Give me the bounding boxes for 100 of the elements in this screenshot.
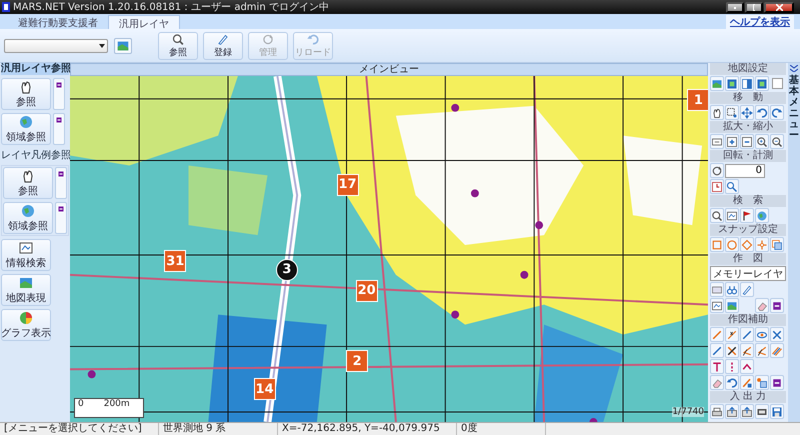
group-label: レイヤ凡例参照 <box>1 148 69 162</box>
toolbar-button[interactable]: 登録 <box>203 32 243 60</box>
panel-button[interactable]: 情報検索 <box>1 239 51 271</box>
selection-icon <box>726 106 738 118</box>
x-icon <box>726 344 738 356</box>
close-icon <box>776 4 782 10</box>
status-text: 世界測地 9 系 <box>159 423 278 435</box>
layers-icon <box>771 238 783 250</box>
xy-icon <box>726 328 738 340</box>
map-marker[interactable]: 31 <box>164 250 186 272</box>
tab[interactable]: 汎用レイヤ <box>108 15 180 29</box>
eraser-icon <box>756 300 768 312</box>
flag-icon <box>741 210 753 222</box>
angle-field[interactable]: 0 <box>725 164 765 178</box>
side-tab[interactable]: 基本メニュー <box>789 75 799 141</box>
panel-header: 汎用レイヤ参照 <box>1 63 69 75</box>
double-chevron-icon[interactable] <box>790 65 798 72</box>
crosshair-icon <box>756 238 768 250</box>
toolbar-button[interactable]: 参照 <box>158 32 198 60</box>
zoom-out-icon <box>771 136 783 148</box>
move-icon <box>741 106 753 118</box>
status-text: [メニューを選択してください] <box>0 423 159 435</box>
parallel-lines-icon <box>771 344 783 356</box>
map-icon <box>726 78 738 90</box>
dropdown-arrow-icon <box>99 44 105 48</box>
zoom-in-icon <box>756 136 768 148</box>
node-icon <box>756 376 768 388</box>
export-icon <box>726 406 738 418</box>
section-header: 拡大・縮小 <box>710 121 786 133</box>
map-marker[interactable]: 1 <box>687 89 708 112</box>
line-icon <box>711 328 723 340</box>
help-link[interactable]: ヘルプを表示 <box>726 14 794 28</box>
legend-button[interactable] <box>53 78 65 110</box>
exit-icon <box>57 170 65 178</box>
layer-dropdown[interactable]: メモリーレイヤ <box>710 266 786 281</box>
window-icon <box>741 78 753 90</box>
t-icon <box>711 360 723 372</box>
document-icon <box>711 300 723 312</box>
rectangle-icon <box>711 284 723 296</box>
line-icon <box>711 344 723 356</box>
close-button[interactable] <box>764 2 794 12</box>
printer-icon <box>711 406 723 418</box>
status-text: X=-72,162.895, Y=-40,079.975 <box>278 423 457 435</box>
section-header: 作図補助 <box>710 314 786 326</box>
undo-icon <box>726 376 738 388</box>
search-icon <box>711 210 723 222</box>
section-header: 地図設定 <box>710 63 786 75</box>
document-icon <box>726 210 738 222</box>
section-header: スナップ設定 <box>710 224 786 236</box>
minimize-button[interactable] <box>726 2 744 12</box>
section-header: 入 出 力 <box>710 391 786 403</box>
line-icon <box>741 328 753 340</box>
exit-icon <box>57 205 65 213</box>
save-icon <box>771 406 783 418</box>
map-marker[interactable]: 14 <box>254 378 276 400</box>
panel-button[interactable]: 領域参照 <box>1 113 51 145</box>
section-header: 検 索 <box>710 195 786 207</box>
exit-icon <box>55 81 63 89</box>
circle-icon <box>726 238 738 250</box>
map-icon <box>756 78 768 90</box>
hand-icon <box>711 106 723 118</box>
panel-button[interactable]: 領域参照 <box>3 202 53 234</box>
map-marker[interactable]: 2 <box>346 350 368 372</box>
map-marker[interactable]: 20 <box>356 280 378 302</box>
export-icon <box>741 406 753 418</box>
exit-icon <box>771 376 783 388</box>
legend-button[interactable] <box>55 202 67 234</box>
layer-dropdown[interactable] <box>4 38 108 52</box>
panel-button[interactable]: 参照 <box>3 167 53 199</box>
panel-button[interactable]: 参照 <box>1 78 51 110</box>
section-header: 作 図 <box>710 253 786 265</box>
edit-icon <box>741 376 753 388</box>
angle-icon <box>741 344 753 356</box>
maximize-button[interactable] <box>745 2 763 12</box>
legend-button[interactable] <box>53 113 65 145</box>
diamond-icon <box>741 238 753 250</box>
section-header: 回転・計測 <box>710 150 786 162</box>
x-icon <box>771 328 783 340</box>
rotate-icon <box>711 164 723 176</box>
map-icon <box>116 38 130 52</box>
square-icon <box>711 238 723 250</box>
status-text: 0度 <box>457 423 546 435</box>
checkbox[interactable] <box>772 78 783 89</box>
map-marker[interactable]: 17 <box>336 174 359 196</box>
exit-icon <box>771 300 783 312</box>
binoculars-icon <box>726 284 738 296</box>
tab[interactable]: 避難行動要支援者 <box>8 15 108 29</box>
panel-button[interactable]: グラフ表示 <box>1 309 51 341</box>
plus-square-icon <box>726 136 738 148</box>
globe-icon <box>20 203 36 219</box>
panel-button[interactable]: 地図表現 <box>1 274 51 306</box>
window-title: MARS.NET Version 1.20.16.08181：ユーザー admin でログイン中 <box>13 0 330 14</box>
map-button[interactable] <box>114 38 132 54</box>
map-icon <box>726 300 738 312</box>
minus-square-icon <box>741 136 753 148</box>
legend-button[interactable] <box>55 167 67 199</box>
minimize-icon <box>734 6 736 8</box>
scale-label: 0 <box>78 399 84 411</box>
view-header: メインビュー <box>70 63 708 76</box>
section-header: 移 動 <box>710 92 786 104</box>
